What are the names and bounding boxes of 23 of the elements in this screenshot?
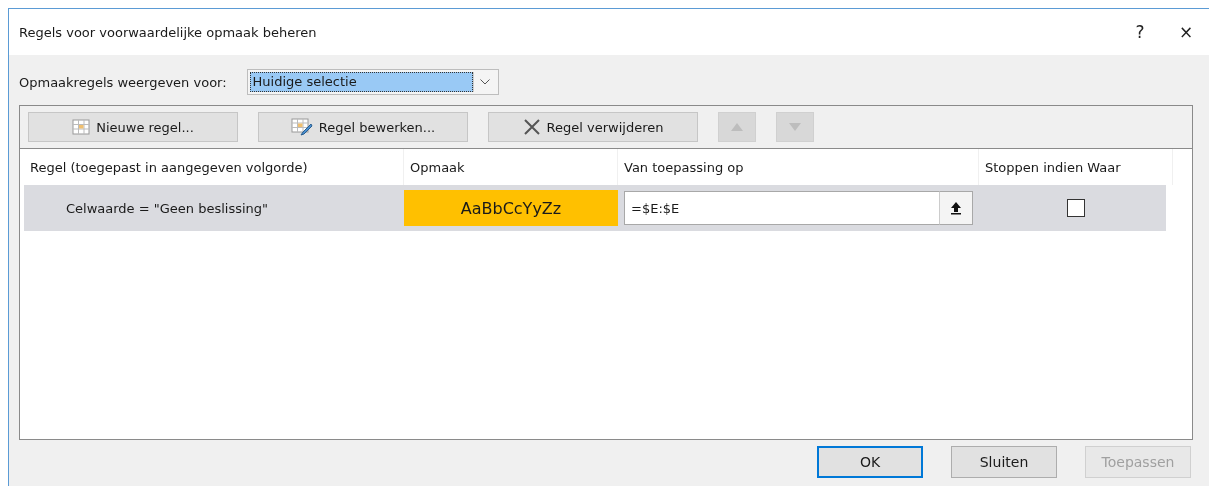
range-field[interactable]: =$E:$E xyxy=(624,191,939,225)
new-rule-button[interactable]: Nieuwe regel... xyxy=(28,112,238,142)
selection-dropdown[interactable]: Huidige selectie xyxy=(246,69,499,95)
close-button[interactable]: × xyxy=(1163,14,1209,50)
close-icon xyxy=(522,118,541,136)
filter-label: Opmaakregels weergeven voor: xyxy=(19,74,227,90)
help-button[interactable]: ? xyxy=(1117,14,1163,50)
chevron-down-icon xyxy=(479,79,490,85)
table-pencil-icon xyxy=(290,118,313,136)
upload-arrow-icon xyxy=(950,201,962,215)
table-icon xyxy=(72,119,91,135)
edit-rule-button[interactable]: Regel bewerken... xyxy=(258,112,468,142)
down-triangle-icon xyxy=(789,123,801,131)
up-triangle-icon xyxy=(731,123,743,131)
window-title: Regels voor voorwaardelijke opmaak beheren xyxy=(19,24,318,40)
format-preview: AaBbCcYyZz xyxy=(404,190,618,226)
dialog-button[interactable]: OK xyxy=(817,446,923,478)
delete-rule-button[interactable]: Regel verwijderen xyxy=(488,112,698,142)
dialog-button[interactable]: Sluiten xyxy=(951,446,1057,478)
rule-text: Celwaarde = "Geen beslissing" xyxy=(65,200,270,216)
range-picker-button[interactable] xyxy=(939,191,973,225)
checkbox[interactable] xyxy=(1067,199,1085,217)
rule-row[interactable]: Celwaarde = "Geen beslissing" AaBbCcYyZz =$E:$E xyxy=(24,185,1166,231)
